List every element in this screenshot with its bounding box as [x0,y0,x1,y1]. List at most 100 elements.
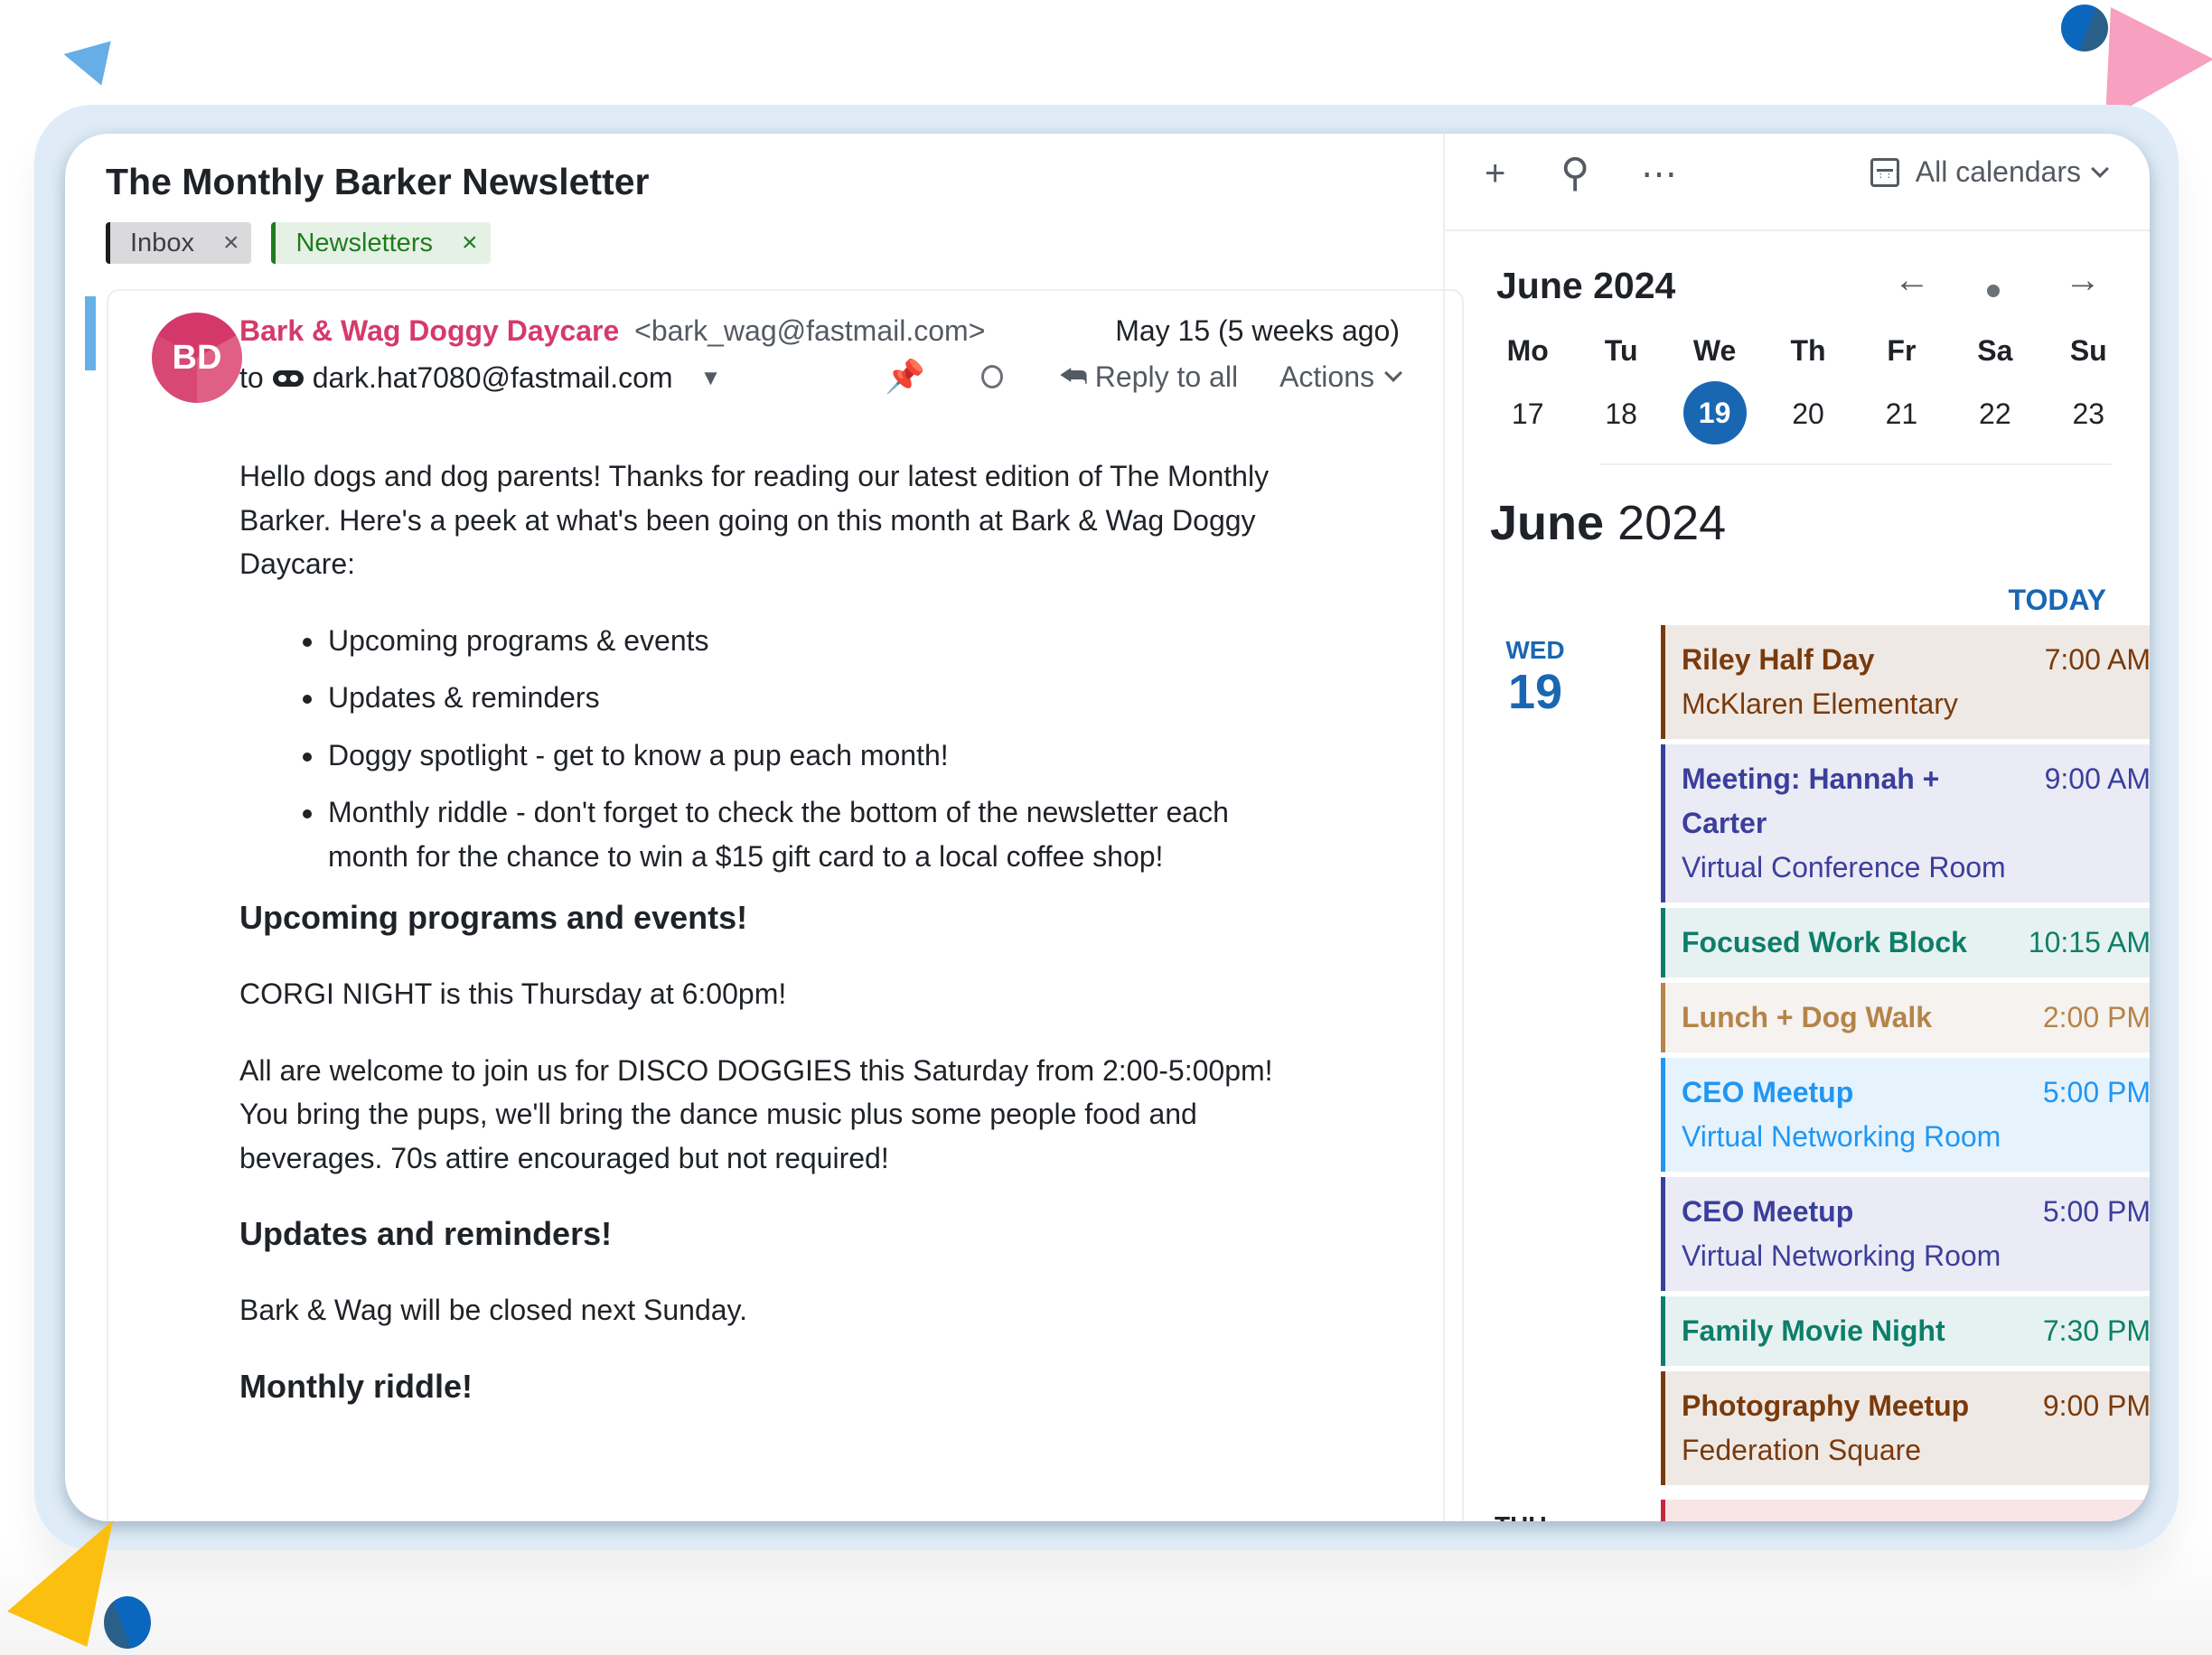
calendar-event[interactable]: Family Movie Night 7:30 PM [1661,1296,2150,1366]
day-cell[interactable]: 23 [2072,397,2104,430]
calendar-event[interactable]: CEO Meetup 5:00 PM Virtual Networking Room [1661,1058,2150,1172]
event-title: CEO Meetup [1682,1076,1854,1108]
today-button[interactable]: TODAY [2009,584,2106,617]
remove-label-icon[interactable]: × [462,228,478,258]
event-time: 7:30 PM [2042,1314,2150,1347]
event-title: Focused Work Block [1682,926,1967,958]
agenda-day-of-week: WED [1505,636,1565,664]
next-week-icon[interactable]: → [2065,260,2101,301]
decorative-dot-top [2061,5,2108,51]
reply-all-button[interactable]: ⮪ Reply to all [1059,360,1238,395]
recipient-line: to dark.hat7080@fastmail.com ▼ [239,361,721,395]
email-date: May 15 (5 weeks ago) [1115,314,1400,347]
mail-pane: The Monthly Barker Newsletter Inbox × Ne… [65,134,1464,1521]
weekday-label: Mo [1506,334,1549,367]
actions-menu-button[interactable]: Actions [1279,360,1402,394]
label-list: Inbox × Newsletters × [106,222,491,264]
heading-upcoming: Upcoming programs and events! [239,899,748,936]
email-subject: The Monthly Barker Newsletter [106,161,650,202]
paragraph-corgi: CORGI NIGHT is this Thursday at 6:00pm! [239,977,787,1010]
masked-email-icon [272,369,304,387]
day-cell-today[interactable]: 19 [1682,381,1747,444]
heading-updates: Updates and reminders! [239,1215,613,1252]
event-list: Riley Half Day 7:00 AM McKlaren Elementary… [1661,625,2150,1491]
label-name: Inbox [130,228,194,257]
calendar-selector-label: All calendars [1915,155,2081,188]
mini-calendar-divider [1600,463,2112,465]
weekday-label: Su [2069,334,2107,367]
event-title: Lunch + Dog Walk [1682,1001,1933,1033]
list-item: Doggy spotlight - get to know a pup each… [303,734,1259,778]
go-to-today-button[interactable] [1987,285,2000,297]
email-body: Hello dogs and dog parents! Thanks for r… [239,454,1324,1441]
app-window: The Monthly Barker Newsletter Inbox × Ne… [65,134,2150,1521]
mark-unread-icon[interactable] [981,365,1004,388]
weekday-label: Th [1790,334,1826,367]
calendar-selector[interactable]: All calendars [1870,155,2109,189]
calendar-event[interactable]: CEO Meetup 5:00 PM Virtual Networking Room [1661,1177,2150,1291]
previous-week-icon[interactable]: ← [1894,260,1930,301]
add-event-icon[interactable]: + [1485,154,1505,194]
day-cell[interactable]: 17 [1512,397,1544,430]
event-location: Virtual Conference Room [1682,851,2006,884]
calendar-event[interactable]: Lunch + Dog Walk 2:00 PM [1661,983,2150,1052]
chevron-down-icon [2091,159,2109,178]
event-location: Virtual Networking Room [1682,1120,2001,1153]
next-day-event[interactable] [1661,1500,2150,1521]
week-days: 17 18 19 20 21 22 23 [1481,381,2135,444]
summary-list: Upcoming programs & events Updates & rem… [303,619,1324,879]
event-time: 5:00 PM [2042,1195,2150,1228]
calendar-event[interactable]: Riley Half Day 7:00 AM McKlaren Elementary [1661,625,2150,739]
event-time: 7:00 AM [2044,643,2150,676]
day-cell[interactable]: 21 [1886,397,1918,430]
event-location: Virtual Networking Room [1682,1239,2001,1272]
pin-icon[interactable]: 📌 [885,358,925,396]
list-item: Upcoming programs & events [303,619,1259,663]
paragraph-disco: All are welcome to join us for DISCO DOG… [239,1053,1273,1174]
event-title: Family Movie Night [1682,1314,1945,1347]
event-title: Photography Meetup [1682,1389,1970,1422]
weekday-label: Sa [1977,334,2013,367]
more-icon[interactable]: ⋯ [1641,154,1677,195]
label-inbox[interactable]: Inbox × [106,222,252,264]
calendar-event[interactable]: Meeting: Hannah + Carter 9:00 AM Virtual C… [1661,744,2150,902]
day-cell[interactable]: 18 [1605,397,1637,430]
event-location: Federation Square [1682,1434,1922,1466]
search-icon[interactable]: ⚲ [1561,150,1589,196]
list-item: Updates & reminders [303,676,1259,720]
mini-calendar-title: June 2024 [1496,265,1676,306]
event-time: 2:00 PM [2042,1001,2150,1033]
remove-label-icon[interactable]: × [223,228,239,258]
to-prefix: to [239,361,264,394]
sender-name[interactable]: Bark & Wag Doggy Daycare [239,314,619,347]
list-item: Monthly riddle - don't forget to check t… [303,790,1259,878]
next-day-label: THU [1495,1511,1547,1521]
weekday-label: Tu [1604,334,1638,367]
chevron-down-icon [1384,364,1402,382]
calendar-event[interactable]: Photography Meetup 9:00 PM Federation Squa… [1661,1371,2150,1485]
sender-avatar[interactable]: BD [152,313,242,403]
event-time: 9:00 AM [2044,762,2150,795]
heading-riddle: Monthly riddle! [239,1367,473,1405]
event-title: CEO Meetup [1682,1195,1854,1228]
sender-line: Bark & Wag Doggy Daycare <bark_wag@fastm… [239,314,985,348]
intro-paragraph: Hello dogs and dog parents! Thanks for r… [239,460,1270,580]
event-title: Riley Half Day [1682,643,1875,676]
agenda-day: WED 19 [1490,636,1580,719]
event-title: Meeting: Hannah + Carter [1682,762,1940,839]
agenda-month: June [1490,496,1605,550]
decorative-dot-bottom [104,1596,151,1649]
recipient-details-toggle[interactable]: ▼ [700,366,722,391]
actions-label: Actions [1279,360,1374,393]
label-newsletters[interactable]: Newsletters × [271,222,491,264]
agenda-day-number: 19 [1507,665,1563,719]
event-location: McKlaren Elementary [1682,687,1958,720]
label-name: Newsletters [295,228,433,257]
day-cell[interactable]: 20 [1792,397,1824,430]
weekday-header: Mo Tu We Th Fr Sa Su [1481,334,2135,368]
calendar-event[interactable]: Focused Work Block 10:15 AM [1661,908,2150,977]
agenda-year: 2024 [1617,496,1727,550]
day-cell[interactable]: 22 [1979,397,2011,430]
event-time: 5:00 PM [2042,1076,2150,1108]
agenda-title: June 2024 [1490,495,1726,551]
